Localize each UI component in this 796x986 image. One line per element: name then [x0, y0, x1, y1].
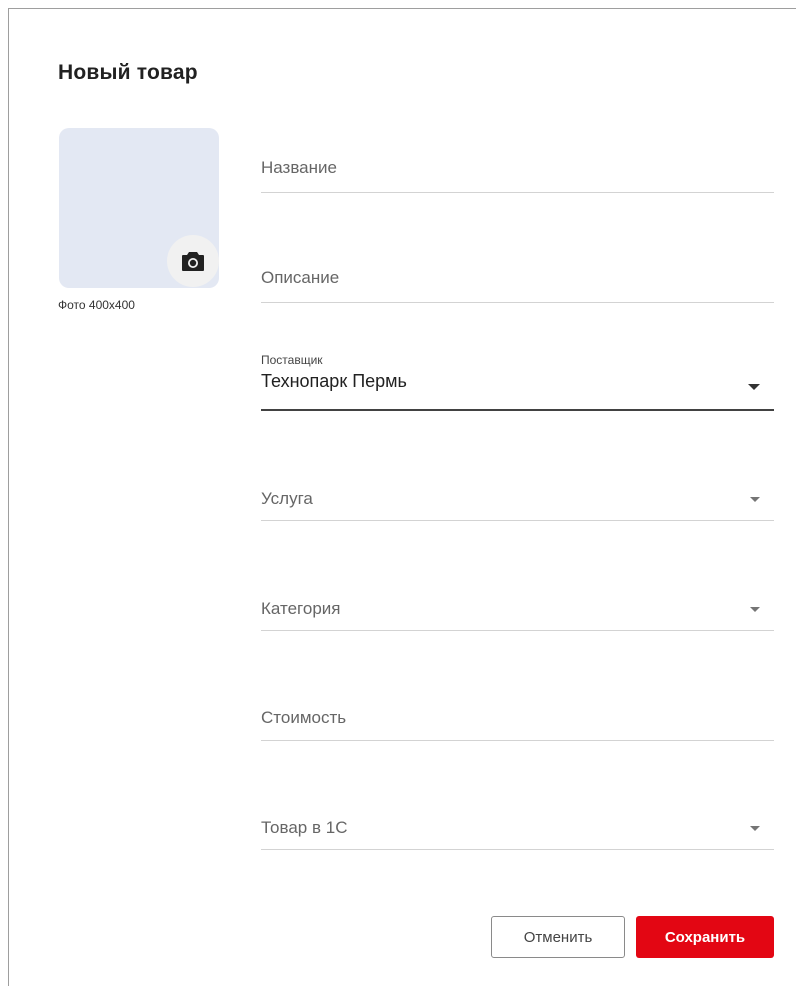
- supplier-underline: [261, 409, 774, 411]
- photo-size-caption: Фото 400x400: [58, 298, 135, 312]
- chevron-down-icon: [750, 826, 760, 831]
- price-field[interactable]: Стоимость: [261, 681, 774, 741]
- service-underline: [261, 520, 774, 521]
- description-placeholder: Описание: [261, 268, 340, 287]
- category-select[interactable]: Категория: [261, 571, 774, 631]
- category-underline: [261, 630, 774, 631]
- description-field[interactable]: Описание: [261, 243, 774, 303]
- service-select[interactable]: Услуга: [261, 461, 774, 521]
- category-placeholder: Категория: [261, 599, 341, 618]
- product-1c-underline: [261, 849, 774, 850]
- camera-icon: [182, 252, 204, 271]
- cancel-button[interactable]: Отменить: [491, 916, 625, 958]
- description-underline: [261, 302, 774, 303]
- name-field[interactable]: Название: [261, 133, 774, 193]
- chevron-down-icon: [748, 384, 760, 390]
- chevron-down-icon: [750, 607, 760, 612]
- price-placeholder: Стоимость: [261, 708, 347, 727]
- price-underline: [261, 740, 774, 741]
- product-1c-select[interactable]: Товар в 1С: [261, 790, 774, 850]
- product-1c-placeholder: Товар в 1С: [261, 818, 348, 837]
- new-product-dialog: Новый товар Фото 400x400 Название Описан…: [8, 8, 796, 986]
- chevron-down-icon: [750, 497, 760, 502]
- service-placeholder: Услуга: [261, 489, 313, 508]
- supplier-select[interactable]: Поставщик Технопарк Пермь: [261, 351, 774, 411]
- dialog-title: Новый товар: [58, 61, 198, 84]
- save-button[interactable]: Сохранить: [636, 916, 774, 958]
- name-placeholder: Название: [261, 158, 337, 177]
- supplier-label: Поставщик: [261, 353, 323, 367]
- supplier-value: Технопарк Пермь: [261, 371, 407, 391]
- upload-photo-button[interactable]: [167, 235, 219, 287]
- name-underline: [261, 192, 774, 193]
